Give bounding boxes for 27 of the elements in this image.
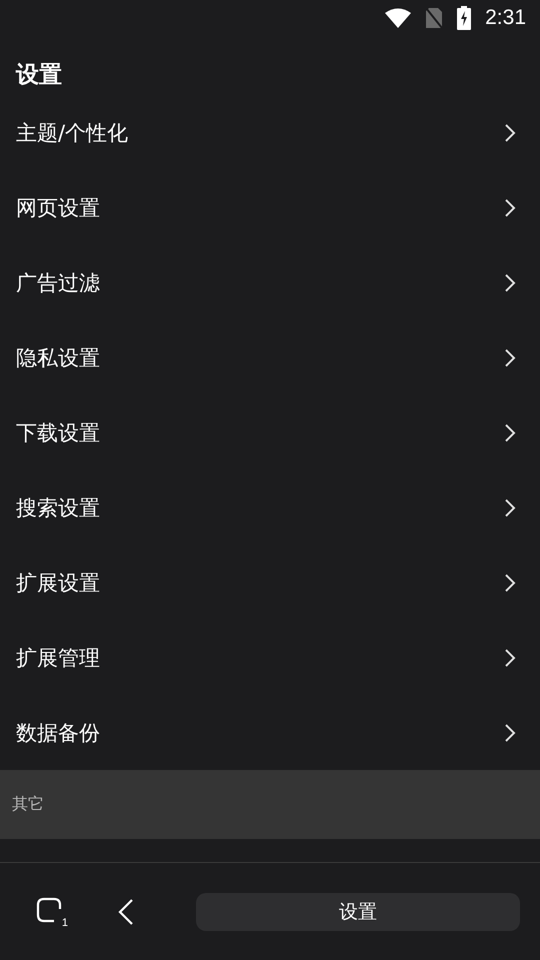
- chevron-right-icon: [504, 722, 516, 742]
- back-icon[interactable]: [118, 898, 134, 926]
- chevron-right-icon: [504, 198, 516, 218]
- settings-item[interactable]: 隐私设置: [0, 320, 540, 395]
- settings-item[interactable]: 搜索设置: [0, 470, 540, 545]
- chevron-right-icon: [504, 498, 516, 518]
- chevron-right-icon: [504, 122, 516, 142]
- chevron-right-icon: [504, 348, 516, 368]
- section-header: 其它: [0, 770, 540, 839]
- chevron-right-icon: [504, 272, 516, 292]
- chevron-right-icon: [504, 422, 516, 442]
- no-sim-icon: [425, 7, 444, 29]
- wifi-icon: [385, 8, 412, 28]
- settings-item[interactable]: 下载设置: [0, 395, 540, 470]
- settings-item[interactable]: 扩展设置: [0, 545, 540, 620]
- battery-charging-icon: [457, 6, 472, 30]
- chevron-right-icon: [504, 572, 516, 592]
- settings-item[interactable]: 扩展管理: [0, 620, 540, 695]
- chevron-right-icon: [504, 648, 516, 668]
- settings-item[interactable]: 广告过滤: [0, 245, 540, 320]
- settings-item[interactable]: 网页设置: [0, 170, 540, 245]
- page-title: 设置: [14, 61, 63, 90]
- settings-item[interactable]: 主题/个性化: [0, 95, 540, 170]
- status-time: 2:31: [485, 6, 526, 30]
- settings-item[interactable]: 数据备份: [0, 695, 540, 770]
- tabs-button[interactable]: 1: [36, 896, 68, 926]
- address-bar[interactable]: 设置: [196, 892, 520, 930]
